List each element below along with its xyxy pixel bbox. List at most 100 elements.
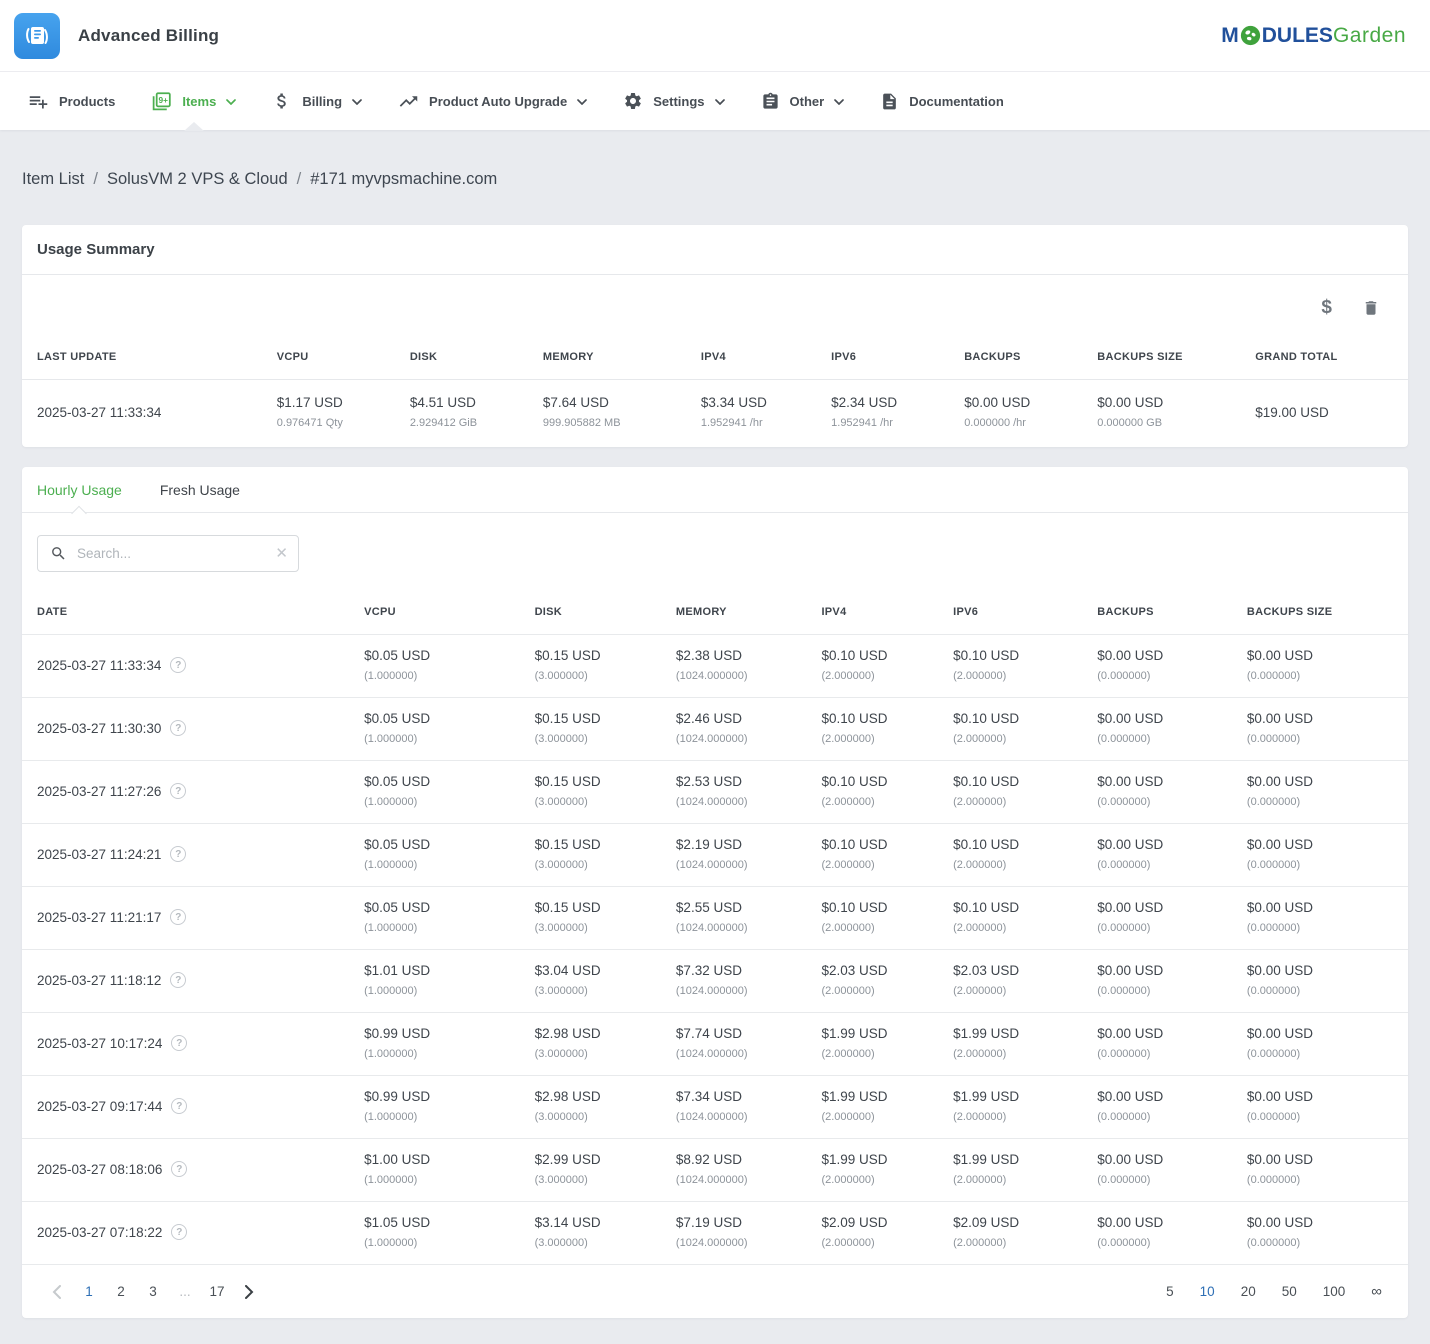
search-input[interactable] [77, 546, 275, 561]
help-icon[interactable]: ? [171, 1098, 187, 1114]
nav-item-billing[interactable]: Billing [254, 72, 380, 130]
tab-hourly-usage[interactable]: Hourly Usage [37, 467, 122, 512]
usage-cell: $2.38 USD(1024.000000) [661, 635, 807, 697]
page-size-option[interactable]: 50 [1282, 1284, 1297, 1299]
chevron-down-icon [352, 99, 362, 105]
nav-item-label: Product Auto Upgrade [429, 94, 567, 109]
table-row: 2025-03-27 11:21:17?$0.05 USD(1.000000)$… [22, 886, 1408, 949]
help-icon[interactable]: ? [170, 720, 186, 736]
usage-cell: $1.99 USD(2.000000) [938, 1076, 1082, 1138]
help-icon[interactable]: ? [170, 972, 186, 988]
nav-item-label: Settings [653, 94, 704, 109]
help-icon[interactable]: ? [171, 1161, 187, 1177]
delete-trash-icon[interactable] [1362, 299, 1380, 317]
usage-cell: $0.00 USD(0.000000) [1232, 824, 1408, 886]
summary-cell: $1.17 USD0.976471 Qty [262, 380, 395, 447]
nav-item-label: Billing [302, 94, 342, 109]
chevron-down-icon [834, 99, 844, 105]
usage-cell: $0.00 USD(0.000000) [1082, 1202, 1232, 1264]
page-size-option[interactable]: 100 [1323, 1284, 1346, 1299]
usage-cell: $0.99 USD(1.000000) [349, 1076, 519, 1138]
nav-item-settings[interactable]: Settings [605, 72, 742, 130]
breadcrumb-item[interactable]: SolusVM 2 VPS & Cloud [107, 170, 288, 188]
usage-cell: $2.98 USD(3.000000) [520, 1076, 661, 1138]
nav-item-documentation[interactable]: Documentation [862, 72, 1022, 130]
logo-leaf-icon [1240, 25, 1261, 46]
tab-fresh-usage[interactable]: Fresh Usage [160, 467, 240, 512]
hourly-column-header: DATE [22, 586, 349, 634]
summary-column-header: DISK [395, 329, 528, 379]
usage-cell: $0.00 USD(0.000000) [1082, 887, 1232, 949]
breadcrumb: Item List/SolusVM 2 VPS & Cloud/#171 myv… [22, 130, 1408, 225]
usage-cell: $0.10 USD(2.000000) [806, 761, 938, 823]
summary-column-header: GRAND TOTAL [1240, 329, 1408, 379]
page-number[interactable]: 17 [205, 1280, 229, 1303]
summary-column-header: BACKUPS SIZE [1082, 329, 1240, 379]
page-number[interactable]: 2 [109, 1280, 133, 1303]
breadcrumb-item[interactable]: Item List [22, 170, 84, 188]
help-icon[interactable]: ? [170, 657, 186, 673]
clipboard-icon [761, 92, 780, 111]
nav-item-products[interactable]: Products [10, 72, 133, 130]
app-logo-icon [14, 13, 60, 59]
table-row: 2025-03-27 07:18:22?$1.05 USD(1.000000)$… [22, 1201, 1408, 1264]
gear-icon [623, 91, 643, 111]
nav-item-product-auto-upgrade[interactable]: Product Auto Upgrade [380, 72, 605, 130]
usage-cell: $1.99 USD(2.000000) [806, 1139, 938, 1201]
breadcrumb-separator: / [93, 170, 98, 188]
usage-cell: $1.01 USD(1.000000) [349, 950, 519, 1012]
row-date: 2025-03-27 09:17:44? [22, 1076, 349, 1138]
row-date: 2025-03-27 10:17:24? [22, 1013, 349, 1075]
help-icon[interactable]: ? [171, 1035, 187, 1051]
summary-column-header: VCPU [262, 329, 395, 379]
page-size-option[interactable]: 10 [1200, 1284, 1215, 1299]
usage-cell: $0.10 USD(2.000000) [806, 635, 938, 697]
help-icon[interactable]: ? [170, 846, 186, 862]
usage-cell: $0.00 USD(0.000000) [1232, 1202, 1408, 1264]
page-size-option[interactable]: 5 [1166, 1284, 1174, 1299]
usage-cell: $0.00 USD(0.000000) [1082, 1013, 1232, 1075]
help-icon[interactable]: ? [170, 909, 186, 925]
hourly-column-header: IPV6 [938, 586, 1082, 634]
nav-item-other[interactable]: Other [743, 72, 863, 130]
usage-cell: $0.05 USD(1.000000) [349, 761, 519, 823]
row-date: 2025-03-27 11:33:34? [22, 635, 349, 697]
next-page-icon[interactable] [237, 1281, 262, 1303]
search-box: ✕ [37, 535, 299, 572]
usage-cell: $1.99 USD(2.000000) [938, 1139, 1082, 1201]
summary-table-row: 2025-03-27 11:33:34$1.17 USD0.976471 Qty… [22, 379, 1408, 447]
hourly-column-header: IPV4 [806, 586, 938, 634]
page-title: Advanced Billing [78, 26, 219, 46]
summary-column-header: MEMORY [528, 329, 686, 379]
page-size-option[interactable]: 20 [1241, 1284, 1256, 1299]
usage-cell: $0.15 USD(3.000000) [520, 824, 661, 886]
page-number[interactable]: 3 [141, 1280, 165, 1303]
hourly-column-header: DISK [520, 586, 661, 634]
usage-cell: $0.00 USD(0.000000) [1082, 950, 1232, 1012]
trending-up-icon [398, 91, 419, 112]
usage-cell: $2.09 USD(2.000000) [806, 1202, 938, 1264]
hourly-column-header: MEMORY [661, 586, 807, 634]
table-row: 2025-03-27 11:27:26?$0.05 USD(1.000000)$… [22, 760, 1408, 823]
usage-cell: $0.05 USD(1.000000) [349, 698, 519, 760]
help-icon[interactable]: ? [170, 783, 186, 799]
nav-item-items[interactable]: 9+Items [133, 72, 254, 130]
summary-last-update: 2025-03-27 11:33:34 [22, 380, 262, 447]
prev-page-icon[interactable] [44, 1281, 69, 1303]
usage-cell: $1.99 USD(2.000000) [806, 1076, 938, 1138]
app-header: Advanced Billing M DULES Garden [0, 0, 1430, 72]
usage-cell: $0.00 USD(0.000000) [1232, 761, 1408, 823]
clear-search-icon[interactable]: ✕ [275, 546, 288, 561]
chevron-down-icon [715, 99, 725, 105]
table-row: 2025-03-27 11:18:12?$1.01 USD(1.000000)$… [22, 949, 1408, 1012]
table-row: 2025-03-27 11:24:21?$0.05 USD(1.000000)$… [22, 823, 1408, 886]
usage-cell: $3.14 USD(3.000000) [520, 1202, 661, 1264]
usage-cell: $0.10 USD(2.000000) [806, 887, 938, 949]
breadcrumb-separator: / [297, 170, 302, 188]
page-number[interactable]: 1 [77, 1280, 101, 1303]
nav-item-label: Other [790, 94, 825, 109]
billing-dollar-icon[interactable]: $ [1321, 297, 1332, 319]
help-icon[interactable]: ? [171, 1224, 187, 1240]
usage-cell: $0.00 USD(0.000000) [1082, 1076, 1232, 1138]
usage-cell: $2.53 USD(1024.000000) [661, 761, 807, 823]
